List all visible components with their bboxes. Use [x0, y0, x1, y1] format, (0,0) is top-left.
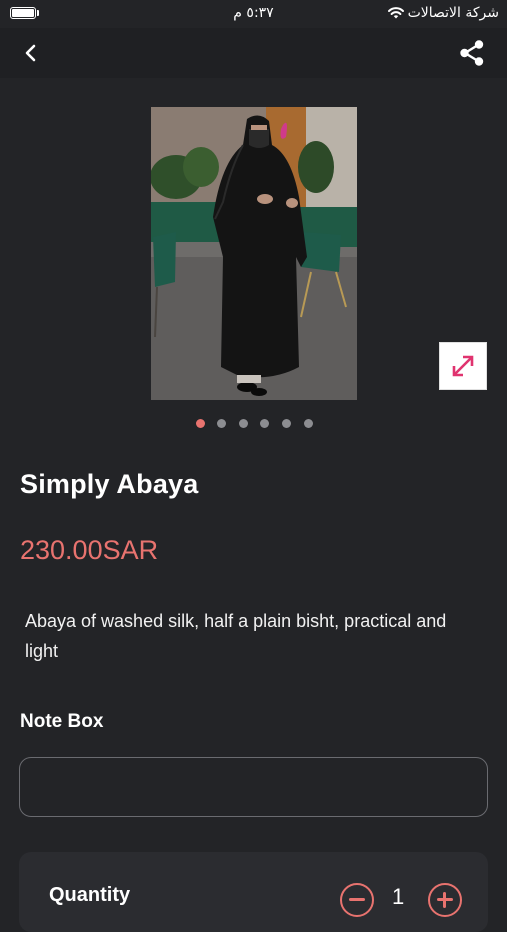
page-dot[interactable] [304, 419, 313, 428]
status-bar: ٥:٣٧ م شركة الاتصالات [0, 0, 507, 28]
quantity-card: Quantity 1 [19, 852, 488, 932]
chevron-left-icon[interactable] [20, 42, 42, 64]
page-dot[interactable] [282, 419, 291, 428]
wifi-icon [388, 7, 404, 19]
quantity-value: 1 [392, 884, 405, 909]
expand-image-button[interactable] [439, 342, 487, 390]
quantity-label: Quantity [49, 884, 131, 906]
increase-quantity-button[interactable] [428, 883, 462, 917]
image-pagination [0, 419, 507, 431]
nav-bar [0, 28, 507, 78]
page-dot[interactable] [260, 419, 269, 428]
page-dot-active[interactable] [196, 419, 205, 428]
product-title: Simply Abaya [20, 469, 199, 499]
page-dot[interactable] [239, 419, 248, 428]
product-photo [151, 107, 357, 400]
expand-icon [452, 355, 474, 377]
share-icon[interactable] [459, 39, 485, 67]
page-dot[interactable] [217, 419, 226, 428]
product-description: Abaya of washed silk, half a plain bisht… [25, 611, 447, 661]
product-image[interactable] [151, 107, 357, 400]
decrease-quantity-button[interactable] [340, 883, 374, 917]
note-box-label: Note Box [20, 711, 104, 732]
carrier-name: شركة الاتصالات [407, 5, 499, 21]
product-price: 230.00SAR [20, 535, 159, 565]
note-input[interactable] [19, 757, 488, 817]
